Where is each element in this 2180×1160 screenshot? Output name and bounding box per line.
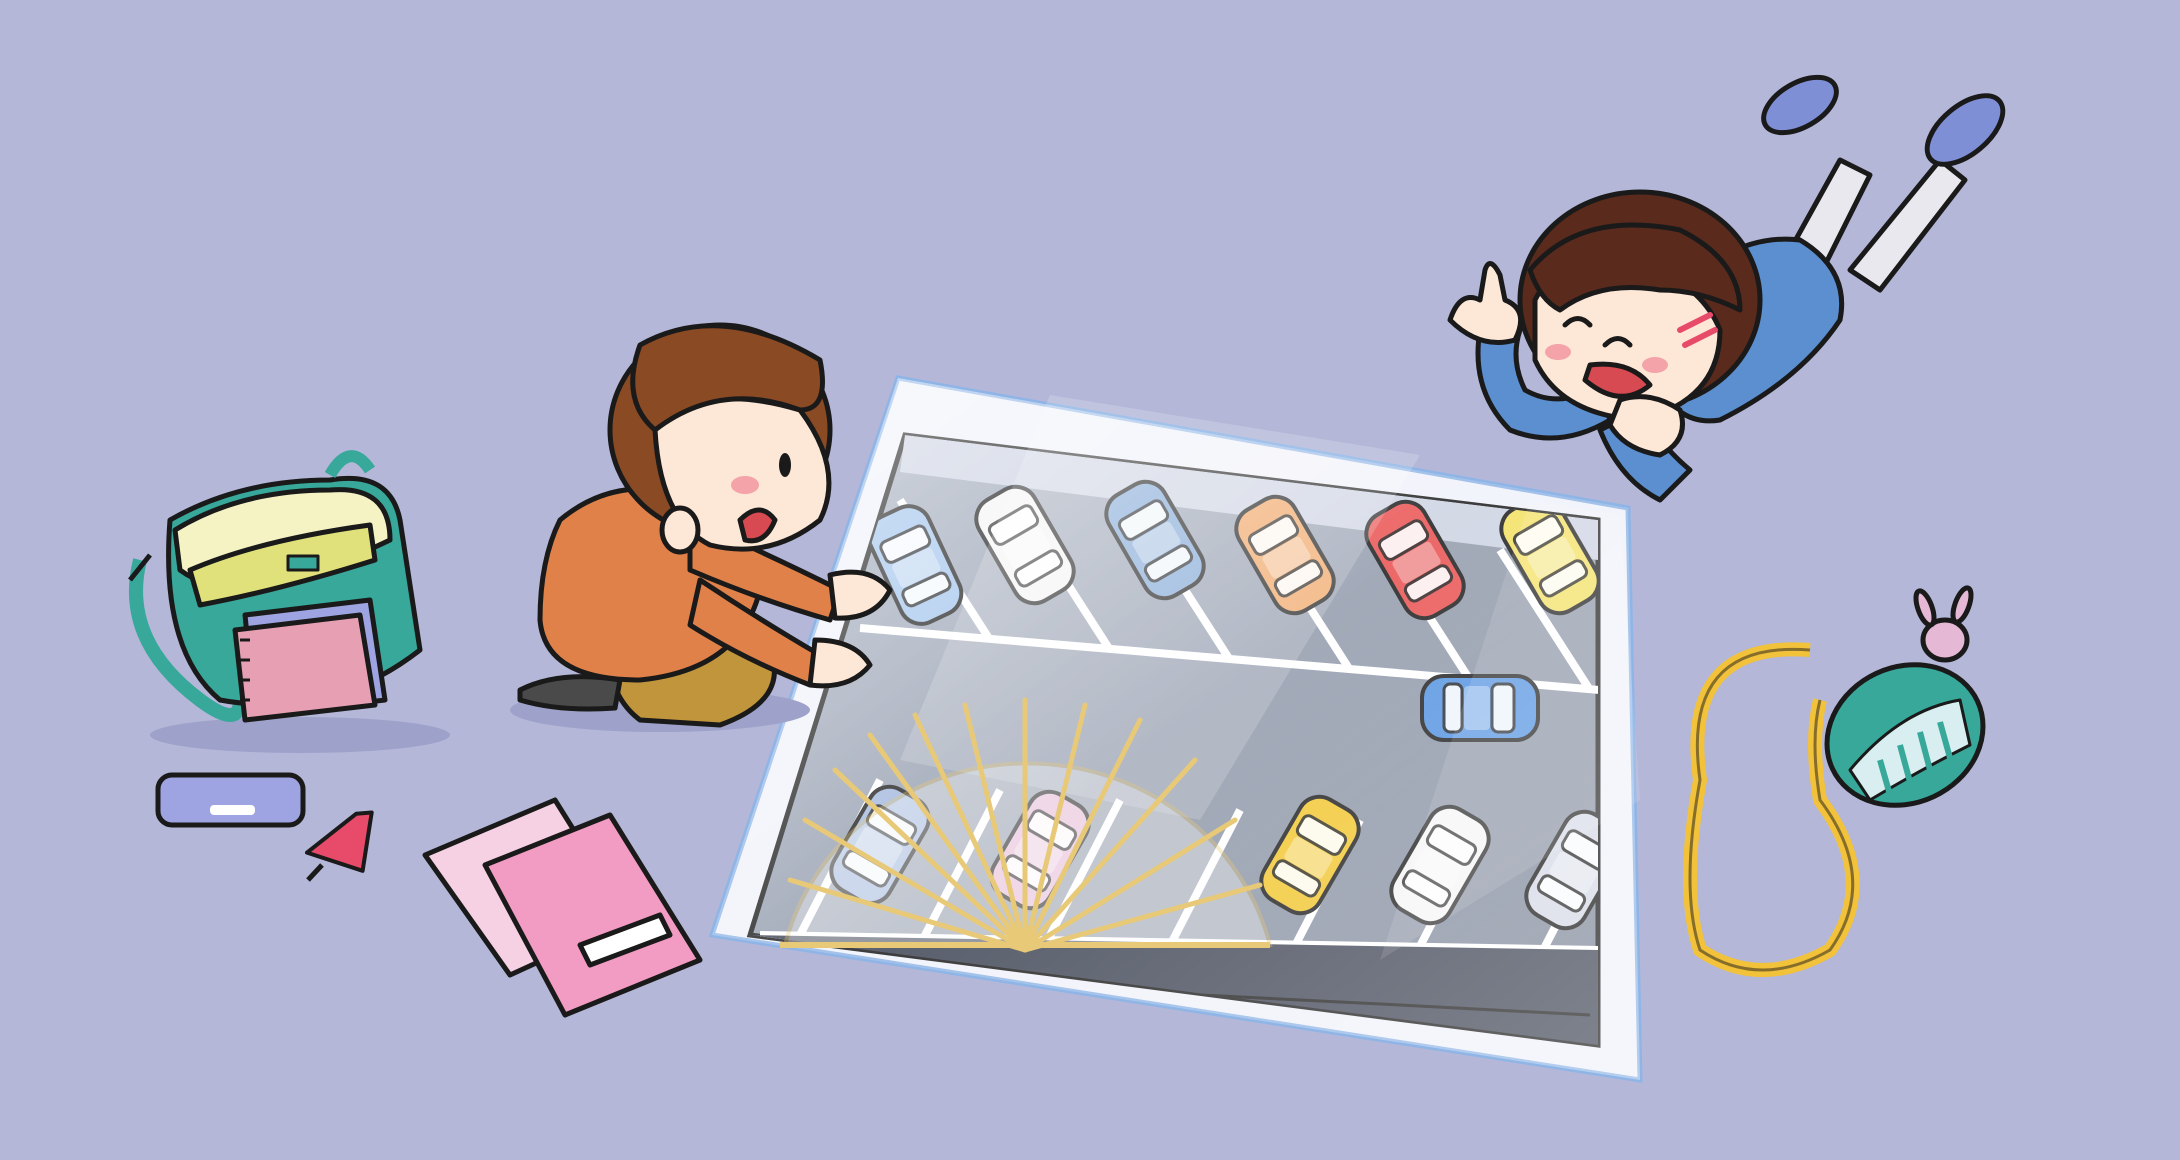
scene-svg [128,74,2006,1083]
notebooks [422,797,703,1018]
lying-girl [1447,74,2006,503]
eraser [155,772,306,828]
pencil [304,810,374,882]
kneeling-boy [510,322,893,732]
crossbody-bag [1683,585,1986,977]
illustration-scene [0,0,2180,1160]
parking-lot-window [708,375,1643,1083]
backpack [128,450,450,753]
